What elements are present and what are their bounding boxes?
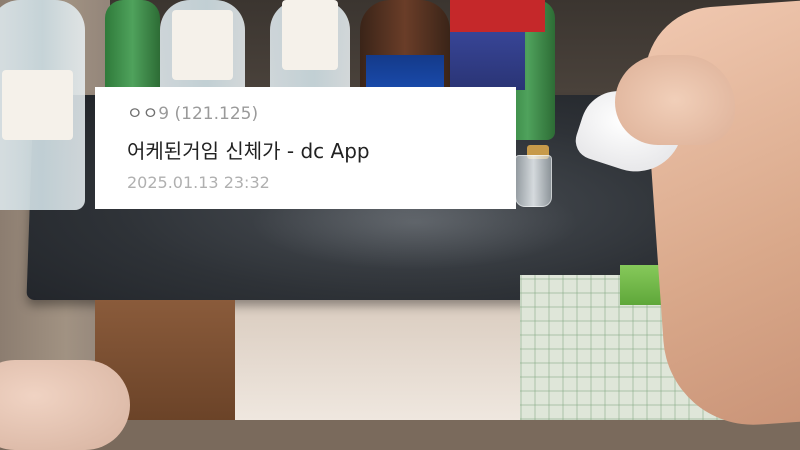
author-ip: (121.125): [174, 104, 259, 124]
floor: [230, 295, 530, 420]
post-title[interactable]: 어케된거임 신체가 - dc App: [127, 136, 516, 166]
foot: [615, 55, 735, 145]
post-author: ㅇㅇ9 (121.125): [127, 102, 516, 126]
green-bottle-left: [105, 0, 160, 100]
knee: [0, 360, 130, 450]
post-timestamp: 2025.01.13 23:32: [127, 173, 270, 192]
red-package: [450, 0, 545, 32]
author-suffix: 9: [158, 104, 170, 124]
author-nickname: ㅇㅇ: [127, 104, 159, 124]
soju-bottle-left: [0, 0, 85, 210]
post-caption-card[interactable]: ㅇㅇ9 (121.125) 어케된거임 신체가 - dc App 2025.01…: [95, 87, 516, 209]
shot-glass: [515, 155, 552, 207]
photo-background: [0, 0, 800, 450]
